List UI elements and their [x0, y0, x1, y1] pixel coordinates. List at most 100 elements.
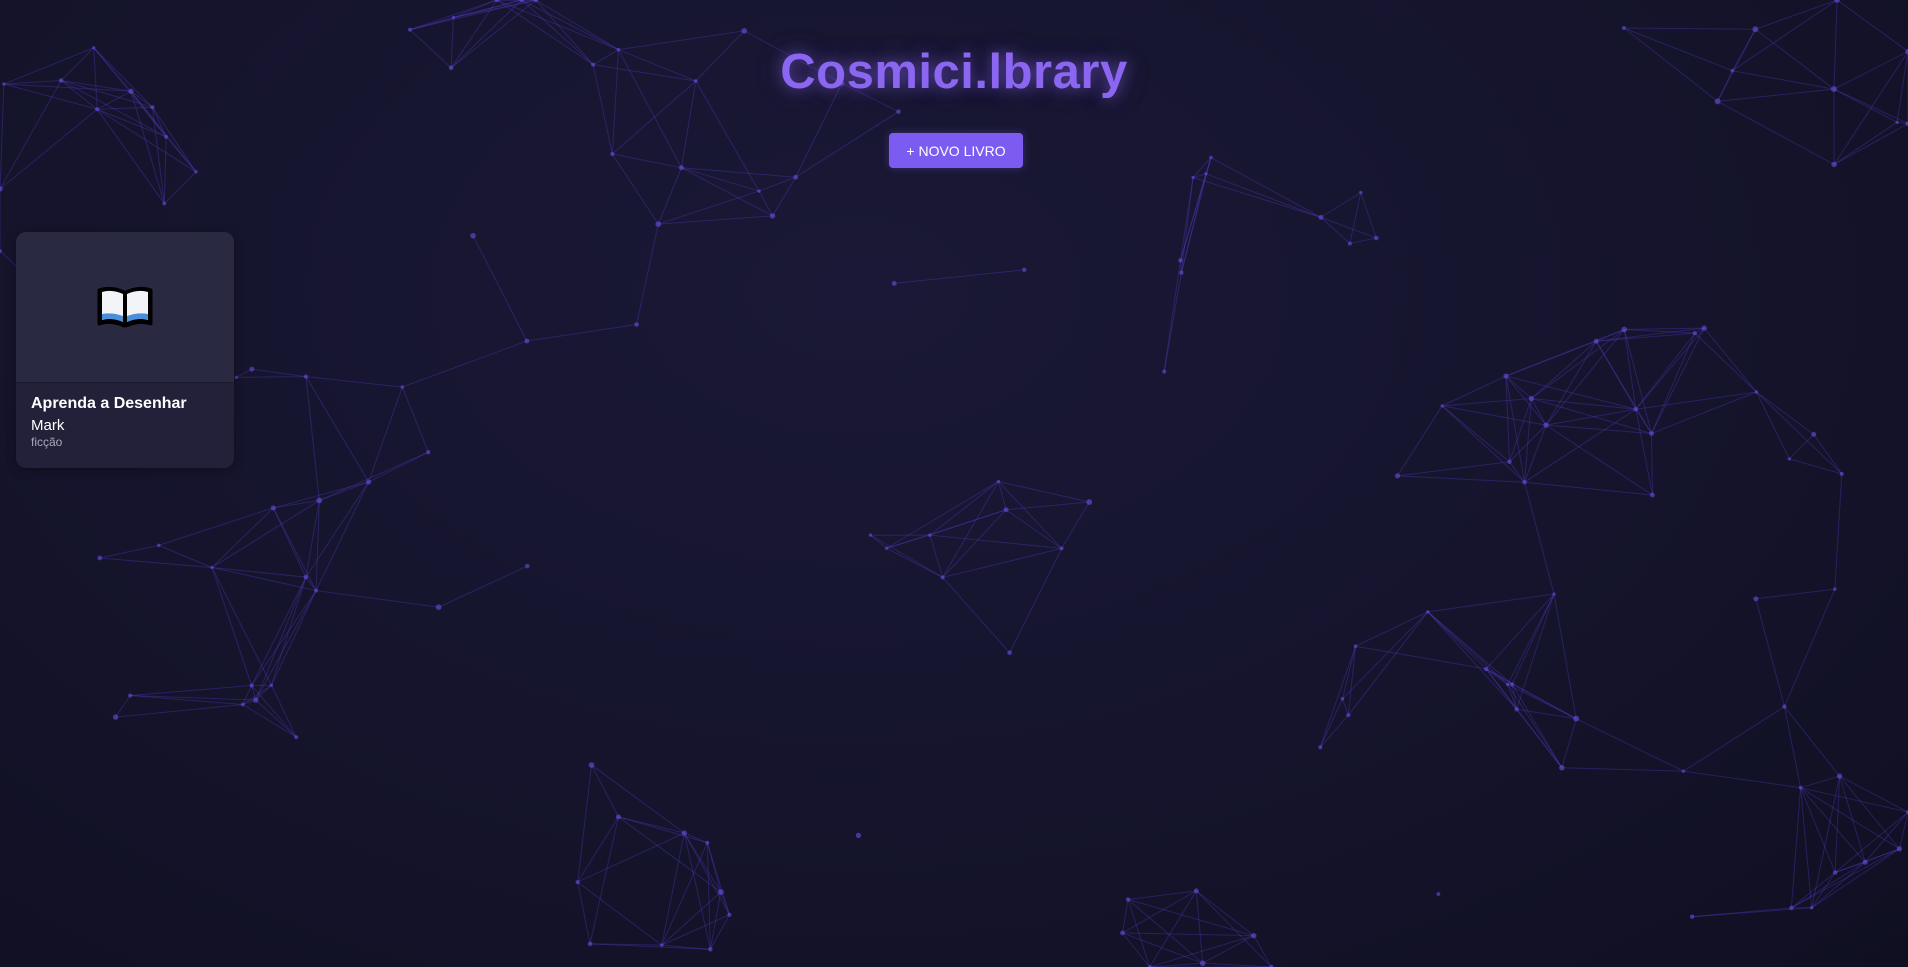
constellation-line — [1349, 237, 1377, 245]
constellation-line — [99, 557, 213, 569]
constellation-line — [1511, 593, 1555, 685]
constellation-line — [1834, 776, 1841, 873]
book-genre: ficção — [31, 435, 63, 449]
constellation-line — [319, 451, 429, 501]
constellation-line — [1839, 775, 1900, 850]
constellation-dot — [1895, 120, 1899, 124]
constellation-dot — [1782, 704, 1787, 709]
constellation-dot — [270, 505, 276, 511]
constellation-line — [657, 167, 682, 225]
constellation-line — [1833, 123, 1908, 165]
constellation-line — [472, 235, 528, 342]
constellation-dot — [659, 943, 664, 947]
constellation-line — [1683, 706, 1785, 772]
constellation-dot — [1789, 905, 1794, 911]
constellation-dot — [681, 830, 687, 836]
constellation-line — [1397, 405, 1443, 477]
constellation-dot — [741, 27, 748, 34]
constellation-dot — [1510, 682, 1515, 687]
constellation-line — [1320, 216, 1377, 239]
constellation-line — [1717, 100, 1835, 165]
constellation-line — [1791, 861, 1866, 909]
constellation-dot — [940, 575, 945, 580]
constellation-line — [590, 943, 662, 946]
constellation-line — [1427, 611, 1509, 685]
constellation-dot — [1125, 897, 1131, 902]
constellation-line — [1561, 767, 1684, 772]
constellation-dot — [1522, 479, 1527, 485]
constellation-dot — [855, 832, 862, 839]
constellation-line — [1756, 391, 1790, 460]
constellation-line — [1545, 329, 1625, 426]
constellation-line — [401, 386, 429, 453]
constellation-line — [255, 699, 297, 738]
constellation-dot — [150, 105, 155, 110]
constellation-dot — [470, 232, 476, 239]
constellation-line — [130, 695, 243, 705]
constellation-line — [1800, 787, 1900, 850]
constellation-dot — [1346, 713, 1351, 718]
constellation-line — [211, 567, 306, 578]
constellation-dot — [234, 375, 238, 379]
constellation-line — [1575, 718, 1684, 772]
constellation-dot — [1003, 507, 1009, 513]
constellation-line — [1839, 775, 1908, 813]
constellation-line — [929, 534, 1062, 549]
constellation-line — [618, 816, 708, 844]
constellation-line — [758, 176, 796, 192]
constellation-line — [130, 685, 252, 697]
constellation-dot — [868, 533, 873, 537]
constellation-dot — [162, 201, 167, 206]
constellation-dot — [252, 697, 259, 703]
constellation-dot — [1440, 404, 1444, 408]
constellation-line — [577, 881, 663, 946]
constellation-dot — [1896, 846, 1903, 852]
new-book-button[interactable]: + NOVO LIVRO — [889, 133, 1023, 168]
constellation-dot — [269, 683, 274, 687]
book-card[interactable]: Aprenda a Desenhar Mark ficção — [16, 232, 234, 468]
constellation-line — [1441, 405, 1525, 483]
constellation-line — [618, 816, 722, 893]
constellation-line — [611, 153, 659, 225]
constellation-line — [1524, 424, 1547, 483]
constellation-line — [1005, 509, 1062, 549]
constellation-line — [236, 376, 306, 378]
constellation-dot — [896, 109, 901, 114]
constellation-line — [99, 544, 159, 559]
book-info: Aprenda a Desenhar Mark ficção — [16, 383, 234, 449]
constellation-line — [772, 176, 797, 217]
constellation-line — [272, 507, 307, 578]
constellation-line — [1355, 611, 1429, 647]
constellation-dot — [1086, 499, 1093, 505]
constellation-line — [683, 832, 711, 950]
constellation-line — [1524, 481, 1653, 496]
constellation-line — [1694, 332, 1757, 393]
constellation-dot — [1514, 707, 1519, 712]
constellation-line — [1192, 177, 1322, 218]
constellation-line — [1128, 890, 1197, 900]
constellation-line — [1800, 775, 1840, 789]
constellation-dot — [194, 170, 198, 174]
constellation-line — [1839, 775, 1866, 863]
constellation-line — [165, 136, 197, 173]
constellation-dot — [1204, 172, 1208, 176]
constellation-line — [1427, 611, 1518, 710]
constellation-line — [683, 832, 730, 916]
constellation-line — [255, 590, 317, 701]
constellation-dot — [1831, 161, 1837, 168]
constellation-line — [589, 816, 619, 944]
constellation-dot — [1752, 26, 1759, 33]
constellation-dot — [1649, 431, 1654, 436]
constellation-dot — [1318, 214, 1324, 220]
constellation-dot — [95, 107, 100, 112]
constellation-dot — [708, 947, 713, 952]
constellation-dot — [294, 735, 299, 740]
constellation-line — [1360, 192, 1377, 239]
constellation-dot — [1007, 650, 1012, 656]
constellation-dot — [996, 479, 1001, 484]
constellation-line — [1319, 714, 1349, 748]
constellation-dot — [1436, 892, 1441, 896]
constellation-line — [1833, 121, 1898, 165]
book-author: Mark — [31, 417, 65, 434]
constellation-dot — [1552, 592, 1556, 596]
